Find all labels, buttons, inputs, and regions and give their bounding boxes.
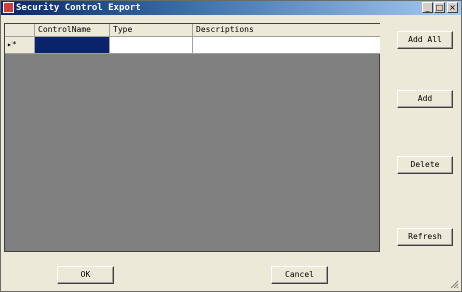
maximize-button[interactable]: □ — [434, 2, 445, 13]
title-bar[interactable]: Security Control Export _ □ × — [1, 1, 461, 15]
app-icon — [3, 2, 14, 13]
column-header-descriptions[interactable]: Descriptions — [193, 24, 380, 37]
add-button[interactable]: Add — [397, 90, 453, 108]
grid-cell-controlname-selected[interactable] — [35, 37, 110, 54]
column-header-type[interactable]: Type — [110, 24, 193, 37]
controls-data-grid[interactable]: ControlName Type Descriptions ▸* — [4, 23, 380, 252]
grid-cell-type[interactable] — [110, 37, 193, 54]
column-header-controlname[interactable]: ControlName — [35, 24, 110, 37]
minimize-button[interactable]: _ — [422, 2, 433, 13]
delete-button[interactable]: Delete — [397, 156, 453, 174]
new-row-indicator[interactable]: ▸* — [5, 37, 35, 54]
security-control-export-window: Security Control Export _ □ × ControlNam… — [0, 0, 462, 292]
refresh-button[interactable]: Refresh — [397, 228, 453, 246]
cancel-button[interactable]: Cancel — [271, 266, 328, 284]
ok-button[interactable]: OK — [57, 266, 114, 284]
grid-cell-descriptions[interactable] — [193, 37, 380, 54]
window-title: Security Control Export — [16, 3, 141, 13]
add-all-button[interactable]: Add All — [397, 31, 453, 49]
resize-grip-icon[interactable] — [449, 279, 459, 289]
close-button[interactable]: × — [447, 2, 458, 13]
grid-corner-header[interactable] — [5, 24, 35, 37]
